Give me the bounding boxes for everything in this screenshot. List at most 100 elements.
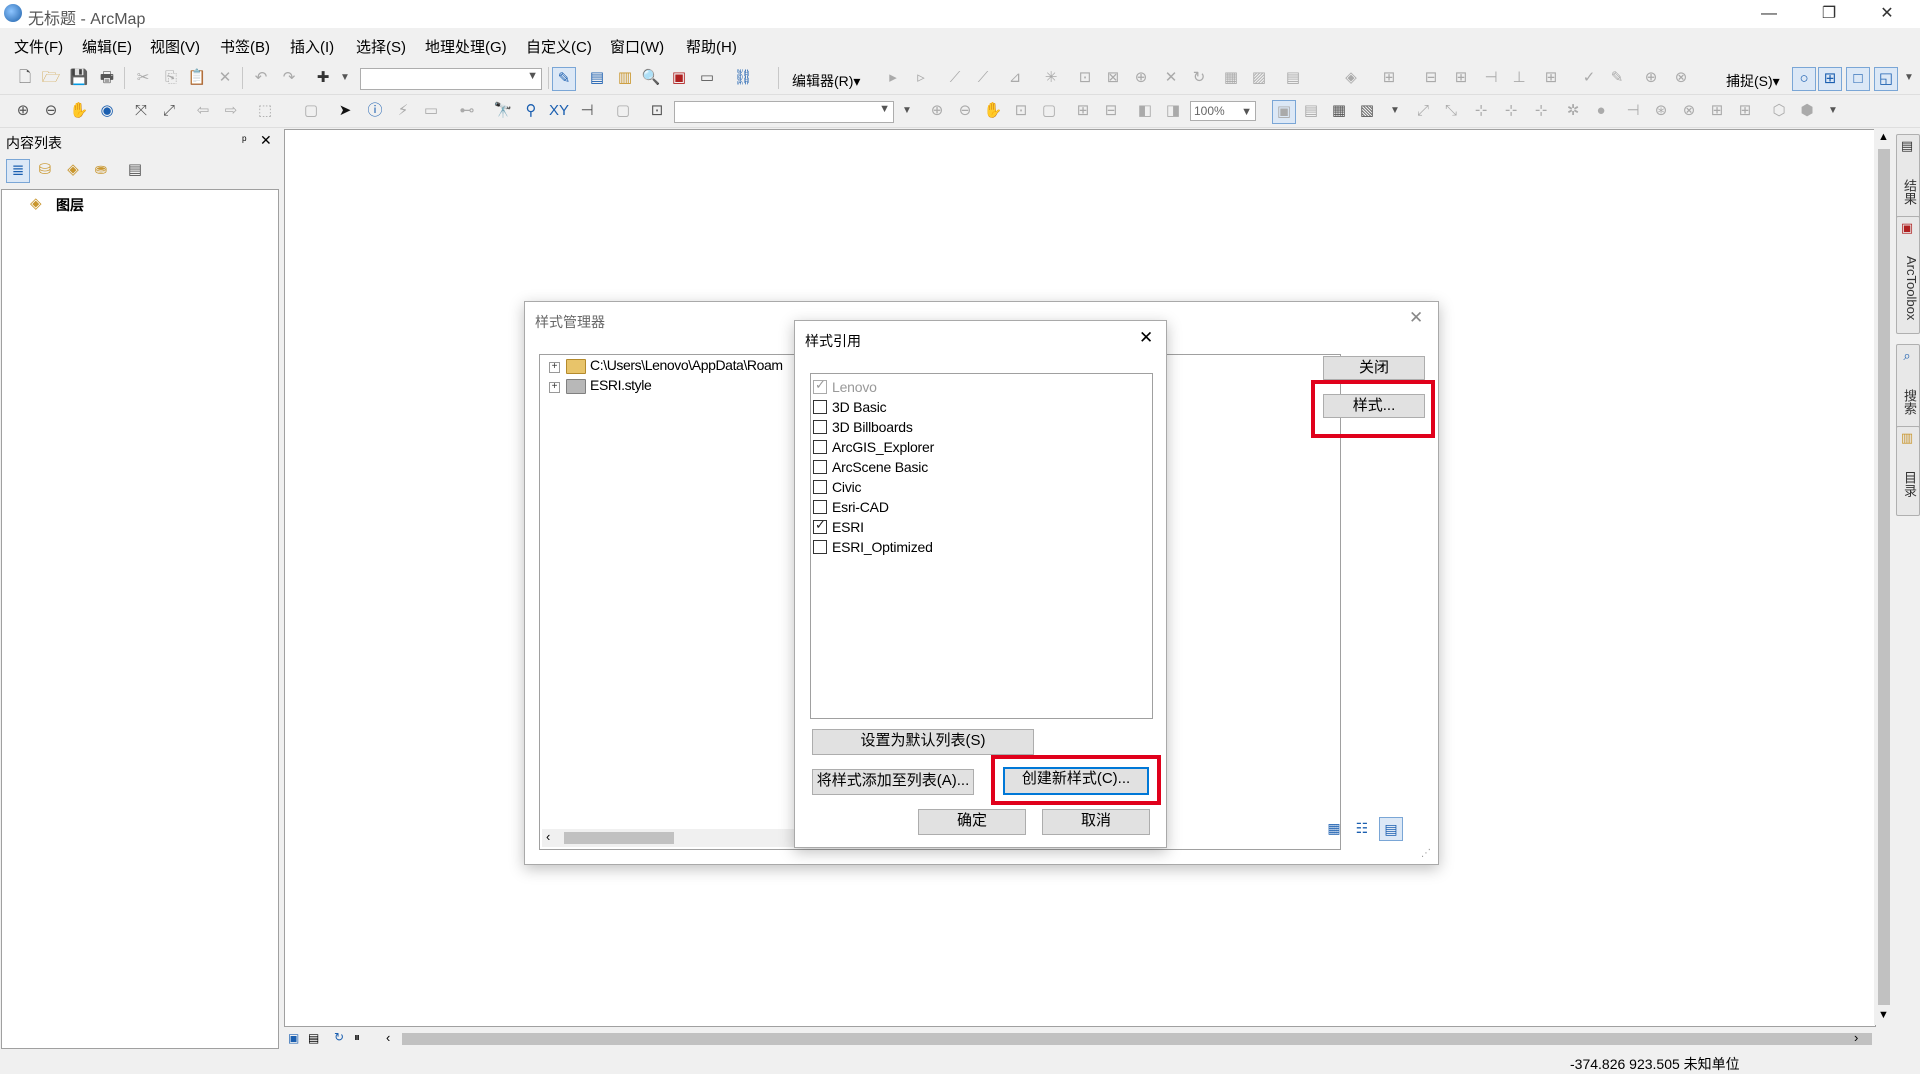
find-icon[interactable]: 🔭 — [492, 100, 514, 122]
select-elements-icon[interactable]: ➤ — [334, 100, 356, 122]
style-list-item[interactable]: ✓ Lenovo — [813, 377, 1143, 396]
rotate-icon[interactable]: ↻ — [1188, 67, 1210, 89]
style-list-item[interactable]: ArcGIS_Explorer — [813, 438, 1143, 456]
dock-tab-catalog[interactable]: ▥ 目录 — [1896, 426, 1920, 516]
scroll-left-icon[interactable]: ‹ — [546, 829, 550, 844]
tree-item-esri-style[interactable]: ESRI.style — [590, 377, 652, 393]
measure-icon[interactable]: ⊥ — [1508, 67, 1530, 89]
list-by-visibility-icon[interactable]: ◈ — [62, 159, 84, 181]
attributes-icon[interactable]: ▦ — [1220, 67, 1242, 89]
sketch-properties-icon[interactable]: ▨ — [1248, 67, 1270, 89]
end-snap-icon[interactable]: ⊞ — [1818, 67, 1842, 91]
horizontal-scroll-thumb[interactable] — [402, 1033, 1872, 1045]
list-view-icon[interactable]: ☷ — [1351, 817, 1373, 839]
style-list-item[interactable]: 3D Basic — [813, 398, 1143, 416]
scroll-right-icon[interactable]: › — [1854, 1030, 1858, 1045]
menu-insert[interactable]: 插入(I) — [290, 36, 334, 57]
cancel-button[interactable]: 取消 — [1042, 809, 1150, 835]
copy-icon[interactable]: ⎘ — [160, 67, 182, 89]
pan-icon[interactable]: ✋ — [68, 100, 90, 122]
menu-edit[interactable]: 编辑(E) — [82, 36, 132, 57]
style-list-item[interactable]: ESRI_Optimized — [813, 538, 1143, 556]
draw-tool-g-icon[interactable]: ● — [1590, 100, 1612, 122]
add-data-dropdown-icon[interactable]: ▼ — [334, 67, 356, 89]
menu-help[interactable]: 帮助(H) — [686, 36, 737, 57]
draw-tool-j-icon[interactable]: ⊗ — [1678, 100, 1700, 122]
menu-file[interactable]: 文件(F) — [14, 36, 63, 57]
style-checkbox[interactable] — [813, 500, 827, 514]
close-button[interactable]: 关闭 — [1323, 356, 1425, 380]
scroll-left-icon[interactable]: ‹ — [386, 1030, 390, 1045]
toolbar-options-icon[interactable]: ▼ — [1822, 100, 1844, 122]
draw-tool-b-icon[interactable]: ⤡ — [1440, 100, 1462, 122]
zoom-whole-page-icon[interactable]: ⊡ — [1010, 100, 1032, 122]
dock-tab-arctoolbox[interactable]: ▣ ArcToolbox — [1896, 216, 1920, 334]
save-icon[interactable]: 💾 — [68, 67, 90, 89]
cut-polygons-icon[interactable]: ⊕ — [1130, 67, 1152, 89]
toggle-draft-icon[interactable]: ▣ — [1272, 100, 1296, 124]
ok-button[interactable]: 确定 — [918, 809, 1026, 835]
select-features-icon[interactable]: ⬚ — [254, 100, 276, 122]
style-manager-close-icon[interactable]: ✕ — [1409, 308, 1423, 328]
style-checkbox[interactable]: ✓ — [813, 517, 827, 534]
list-by-selection-icon[interactable]: ⛂ — [90, 159, 112, 181]
styles-button[interactable]: 样式... — [1323, 394, 1425, 418]
point-snap-icon[interactable]: ○ — [1792, 67, 1816, 91]
refresh-icon[interactable]: ↻ — [334, 1030, 344, 1044]
style-checkbox[interactable] — [813, 480, 827, 494]
layer-combobox[interactable]: ▼ — [674, 101, 894, 123]
dock-tab-search[interactable]: ⌕ 搜索 — [1896, 344, 1920, 434]
hyperlink-icon[interactable]: ⚡ — [392, 100, 414, 122]
pin-icon[interactable]: ᵖ — [242, 133, 247, 147]
list-by-source-icon[interactable]: ⛁ — [34, 159, 56, 181]
data-driven-pages-icon[interactable]: ▧ — [1356, 100, 1378, 122]
straight-segment-icon[interactable]: ⟋ — [944, 67, 966, 89]
draw-tool-c-icon[interactable]: ⊹ — [1470, 100, 1492, 122]
vertical-scroll-thumb[interactable] — [1878, 149, 1890, 1005]
set-default-list-button[interactable]: 设置为默认列表(S) — [812, 729, 1034, 755]
tool-b-icon[interactable]: ⊗ — [1670, 67, 1692, 89]
construct-icon[interactable]: ⊞ — [1378, 67, 1400, 89]
add-data-icon[interactable]: ✚ — [312, 67, 334, 89]
back-icon[interactable]: ⇦ — [192, 100, 214, 122]
scroll-down-icon[interactable]: ▼ — [1878, 1009, 1889, 1021]
toc-options-icon[interactable]: ▤ — [124, 159, 146, 181]
create-features-icon[interactable]: ▤ — [1282, 67, 1304, 89]
identify-icon[interactable]: ⓘ — [364, 100, 386, 122]
create-viewer-icon[interactable]: ▢ — [612, 100, 634, 122]
open-icon[interactable]: 🗁 — [40, 67, 62, 89]
edit-annotation-icon[interactable]: ▹ — [910, 67, 932, 89]
split-icon[interactable]: ✕ — [1160, 67, 1182, 89]
point-icon[interactable]: ✳ — [1040, 67, 1062, 89]
resize-grip-icon[interactable]: ⋰ — [1421, 848, 1431, 859]
scroll-up-icon[interactable]: ▲ — [1878, 131, 1889, 143]
georef-icon[interactable]: ⊟ — [1420, 67, 1442, 89]
clear-selection-icon[interactable]: ▢ — [300, 100, 322, 122]
style-checkbox[interactable] — [813, 440, 827, 454]
validate-icon[interactable]: ✓ — [1578, 67, 1600, 89]
menu-windows[interactable]: 窗口(W) — [610, 36, 664, 57]
style-checkbox[interactable] — [813, 420, 827, 434]
menu-geoprocessing[interactable]: 地理处理(G) — [425, 36, 507, 57]
html-popup-icon[interactable]: ▭ — [420, 100, 442, 122]
redo-icon[interactable]: ↷ — [278, 67, 300, 89]
menu-selection[interactable]: 选择(S) — [356, 36, 406, 57]
draw-tool-h-icon[interactable]: ⊣ — [1622, 100, 1644, 122]
edge-snap-icon[interactable]: ◱ — [1874, 67, 1898, 91]
style-references-close-icon[interactable]: ✕ — [1139, 328, 1153, 348]
style-checkbox[interactable] — [813, 540, 827, 554]
data-view-icon[interactable]: ▣ — [288, 1031, 299, 1045]
table-icon[interactable]: ⊞ — [1540, 67, 1562, 89]
zoom-100-icon[interactable]: ▢ — [1038, 100, 1060, 122]
draw-tool-l-icon[interactable]: ⊞ — [1734, 100, 1756, 122]
print-icon[interactable]: 🖶 — [96, 67, 118, 89]
layout-zoom-combobox[interactable]: 100% ▼ — [1190, 101, 1256, 121]
toc-window-icon[interactable]: ▤ — [586, 67, 608, 89]
toc-close-icon[interactable]: ✕ — [260, 132, 272, 149]
change-layout-icon[interactable]: ▦ — [1328, 100, 1350, 122]
snap-tool-icon[interactable]: ⊞ — [1450, 67, 1472, 89]
vertex-snap-icon[interactable]: □ — [1846, 67, 1870, 91]
draw-tool-i-icon[interactable]: ⊛ — [1650, 100, 1672, 122]
measure-icon[interactable]: ⊷ — [456, 100, 478, 122]
time-slider-icon[interactable]: ⊣ — [576, 100, 598, 122]
